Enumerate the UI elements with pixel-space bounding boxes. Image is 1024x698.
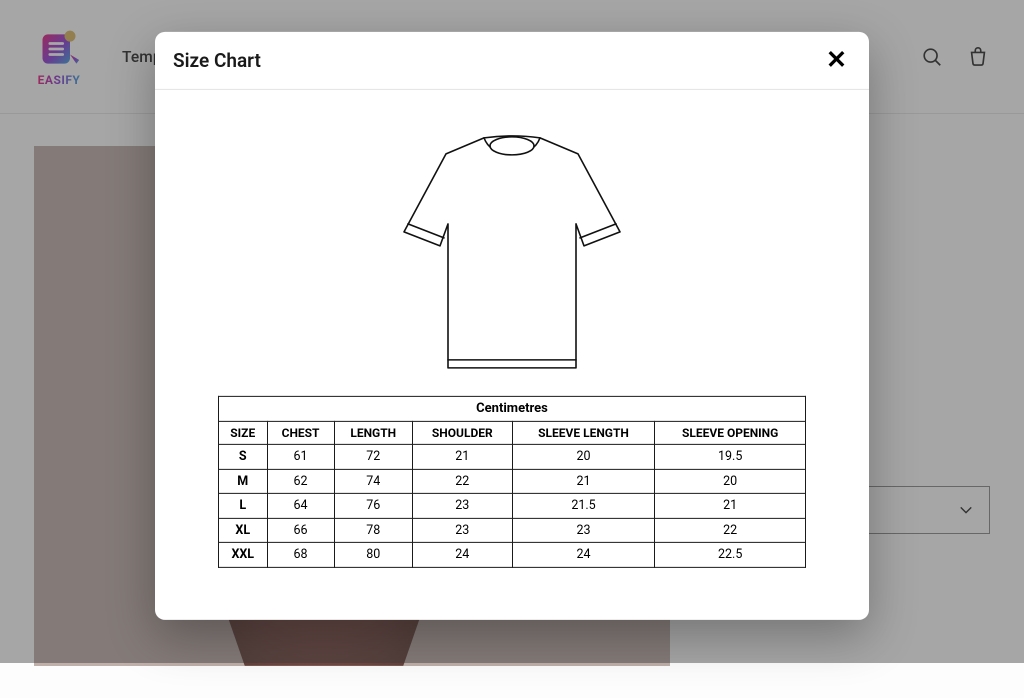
table-caption-row: Centimetres — [219, 396, 806, 421]
table-row: S 61 72 21 20 19.5 — [219, 445, 806, 470]
cell-sleeve-open: 20 — [655, 469, 806, 494]
modal-header: Size Chart ✕ — [155, 31, 869, 89]
size-table-wrapper: Centimetres SIZE CHEST LENGTH SHOULDER S… — [218, 395, 806, 567]
cell-sleeve-open: 22 — [655, 518, 806, 543]
table-caption: Centimetres — [219, 396, 806, 421]
cell-size: XL — [219, 518, 268, 543]
cell-length: 76 — [334, 494, 412, 518]
cell-shoulder: 21 — [412, 445, 512, 470]
col-chest: CHEST — [267, 421, 334, 445]
cell-sleeve-open: 22.5 — [655, 543, 806, 568]
size-chart-modal: Size Chart ✕ Centimetres SIZE CHEST — [155, 31, 869, 619]
cell-sleeve-length: 20 — [512, 445, 655, 470]
cell-length: 74 — [334, 469, 412, 494]
cell-shoulder: 23 — [412, 494, 512, 518]
cell-length: 80 — [334, 543, 412, 568]
cell-chest: 61 — [267, 445, 334, 470]
cell-sleeve-length: 23 — [512, 518, 655, 543]
tshirt-diagram — [382, 123, 642, 383]
cell-chest: 66 — [267, 518, 334, 543]
cell-length: 78 — [334, 518, 412, 543]
modal-body: Centimetres SIZE CHEST LENGTH SHOULDER S… — [155, 89, 869, 619]
cell-size: S — [219, 445, 268, 470]
cell-length: 72 — [334, 445, 412, 470]
cell-shoulder: 22 — [412, 469, 512, 494]
cell-size: XXL — [219, 543, 268, 568]
cell-sleeve-open: 21 — [655, 494, 806, 518]
cell-size: M — [219, 469, 268, 494]
table-row: XL 66 78 23 23 22 — [219, 518, 806, 543]
table-row: XXL 68 80 24 24 22.5 — [219, 543, 806, 568]
col-shoulder: SHOULDER — [412, 421, 512, 445]
cell-sleeve-length: 21 — [512, 469, 655, 494]
cell-shoulder: 24 — [412, 543, 512, 568]
col-sleeve-length: SLEEVE LENGTH — [512, 421, 655, 445]
cell-sleeve-open: 19.5 — [655, 445, 806, 470]
cell-chest: 68 — [267, 543, 334, 568]
table-row: M 62 74 22 21 20 — [219, 469, 806, 494]
table-row: L 64 76 23 21.5 21 — [219, 494, 806, 518]
cell-chest: 62 — [267, 469, 334, 494]
cell-chest: 64 — [267, 494, 334, 518]
cell-sleeve-length: 24 — [512, 543, 655, 568]
close-icon[interactable]: ✕ — [822, 45, 851, 74]
cell-shoulder: 23 — [412, 518, 512, 543]
table-header-row: SIZE CHEST LENGTH SHOULDER SLEEVE LENGTH… — [219, 421, 806, 445]
col-length: LENGTH — [334, 421, 412, 445]
size-table: Centimetres SIZE CHEST LENGTH SHOULDER S… — [218, 395, 806, 567]
cell-sleeve-length: 21.5 — [512, 494, 655, 518]
cell-size: L — [219, 494, 268, 518]
modal-title: Size Chart — [173, 48, 261, 71]
col-size: SIZE — [219, 421, 268, 445]
col-sleeve-opening: SLEEVE OPENING — [655, 421, 806, 445]
